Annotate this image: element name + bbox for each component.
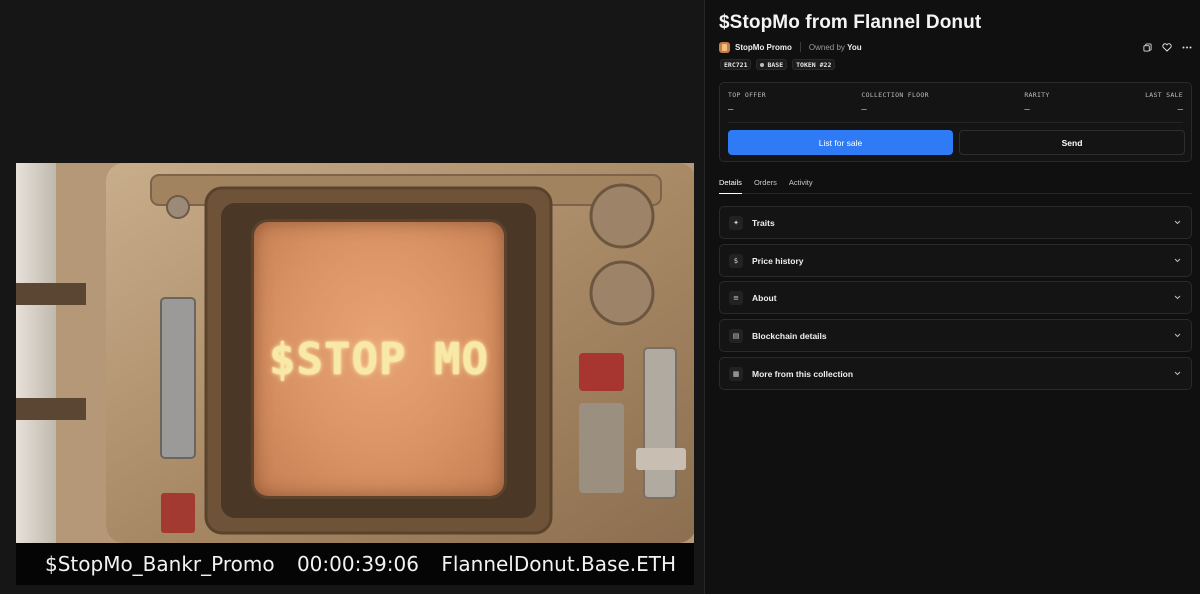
stat-collection-floor: COLLECTION FLOOR – bbox=[861, 91, 928, 121]
chevron-down-icon bbox=[1173, 294, 1181, 302]
info-icon: ≡ bbox=[729, 290, 743, 305]
collection-link[interactable]: StopMo Promo bbox=[735, 43, 792, 52]
standard-badge: ERC721 bbox=[720, 59, 752, 70]
base-chain-icon bbox=[760, 62, 765, 67]
list-for-sale-button[interactable]: List for sale bbox=[728, 130, 953, 155]
stat-last-sale: LAST SALE – bbox=[1145, 91, 1183, 121]
tab-details[interactable]: Details bbox=[719, 174, 742, 194]
stats-card: TOP OFFER – COLLECTION FLOOR – RARITY – … bbox=[719, 82, 1192, 162]
table-icon: ▤ bbox=[729, 328, 743, 343]
sparkle-icon: ✦ bbox=[729, 215, 743, 230]
token-id-badge: TOKEN #22 bbox=[792, 59, 836, 70]
stat-label: LAST SALE bbox=[1145, 91, 1183, 99]
stat-rarity: RARITY – bbox=[1024, 91, 1049, 121]
caption-right: FlannelDonut.Base.ETH bbox=[441, 552, 676, 576]
section-title: Blockchain details bbox=[752, 330, 827, 341]
section-title: Traits bbox=[752, 217, 775, 228]
caption-timecode: 00:00:39:06 bbox=[296, 552, 419, 576]
section-title: About bbox=[752, 292, 777, 303]
section-title: More from this collection bbox=[752, 368, 854, 379]
details-panel: $StopMo from Flannel Donut StopMo Promo … bbox=[706, 0, 1200, 594]
copy-icon[interactable] bbox=[1142, 42, 1152, 52]
section-blockchain-details[interactable]: ▤ Blockchain details bbox=[719, 319, 1192, 352]
media-pane: $STOP MO $StopMo_Bankr_Promo 00:00:39:06… bbox=[0, 0, 705, 594]
chevron-down-icon bbox=[1173, 219, 1181, 227]
stat-value: – bbox=[1024, 105, 1030, 115]
stats-divider bbox=[728, 122, 1183, 123]
chain-badge-label: BASE bbox=[767, 60, 784, 69]
tab-activity[interactable]: Activity bbox=[789, 174, 813, 194]
nft-media[interactable]: $STOP MO $StopMo_Bankr_Promo 00:00:39:06… bbox=[16, 163, 694, 585]
caption-left: $StopMo_Bankr_Promo bbox=[45, 552, 275, 576]
chevron-down-icon bbox=[1173, 370, 1181, 378]
section-price-history[interactable]: $ Price history bbox=[719, 244, 1192, 277]
stat-top-offer: TOP OFFER – bbox=[728, 91, 766, 121]
stat-label: TOP OFFER bbox=[728, 91, 766, 99]
section-about[interactable]: ≡ About bbox=[719, 281, 1192, 314]
stat-value: – bbox=[728, 105, 734, 115]
owned-by: Owned by You bbox=[809, 43, 862, 52]
section-more-from-collection[interactable]: ▦ More from this collection bbox=[719, 357, 1192, 390]
item-actions bbox=[1142, 42, 1192, 52]
stat-label: COLLECTION FLOOR bbox=[861, 91, 929, 99]
owned-by-label: Owned by bbox=[808, 42, 845, 52]
owner-link[interactable]: You bbox=[847, 43, 862, 52]
caption-bar: $StopMo_Bankr_Promo 00:00:39:06 FlannelD… bbox=[16, 543, 694, 585]
section-traits[interactable]: ✦ Traits bbox=[719, 206, 1192, 239]
section-title: Price history bbox=[752, 255, 804, 266]
collection-avatar[interactable] bbox=[719, 41, 730, 53]
dollar-icon: $ bbox=[729, 253, 743, 268]
stat-label: RARITY bbox=[1024, 91, 1050, 99]
device-screen: $STOP MO bbox=[254, 222, 504, 496]
more-options-icon[interactable] bbox=[1182, 42, 1192, 52]
heart-icon[interactable] bbox=[1162, 42, 1172, 52]
chevron-down-icon bbox=[1173, 257, 1181, 265]
grid-icon: ▦ bbox=[729, 366, 743, 381]
chevron-down-icon bbox=[1173, 332, 1181, 340]
stat-value: – bbox=[861, 105, 867, 115]
meta-row: StopMo Promo Owned by You bbox=[719, 40, 1192, 54]
chain-badge[interactable]: BASE bbox=[756, 59, 788, 70]
tab-orders[interactable]: Orders bbox=[754, 174, 777, 194]
meta-divider bbox=[799, 42, 801, 52]
send-button[interactable]: Send bbox=[959, 130, 1185, 155]
detail-tabs: Details Orders Activity bbox=[719, 174, 1192, 194]
stat-value: – bbox=[1177, 105, 1183, 115]
token-badges: ERC721 BASE TOKEN #22 bbox=[720, 59, 836, 70]
stats-row: TOP OFFER – COLLECTION FLOOR – RARITY – … bbox=[728, 91, 1183, 121]
nft-title: $StopMo from Flannel Donut bbox=[719, 12, 982, 33]
screen-text: $STOP MO bbox=[269, 334, 489, 385]
